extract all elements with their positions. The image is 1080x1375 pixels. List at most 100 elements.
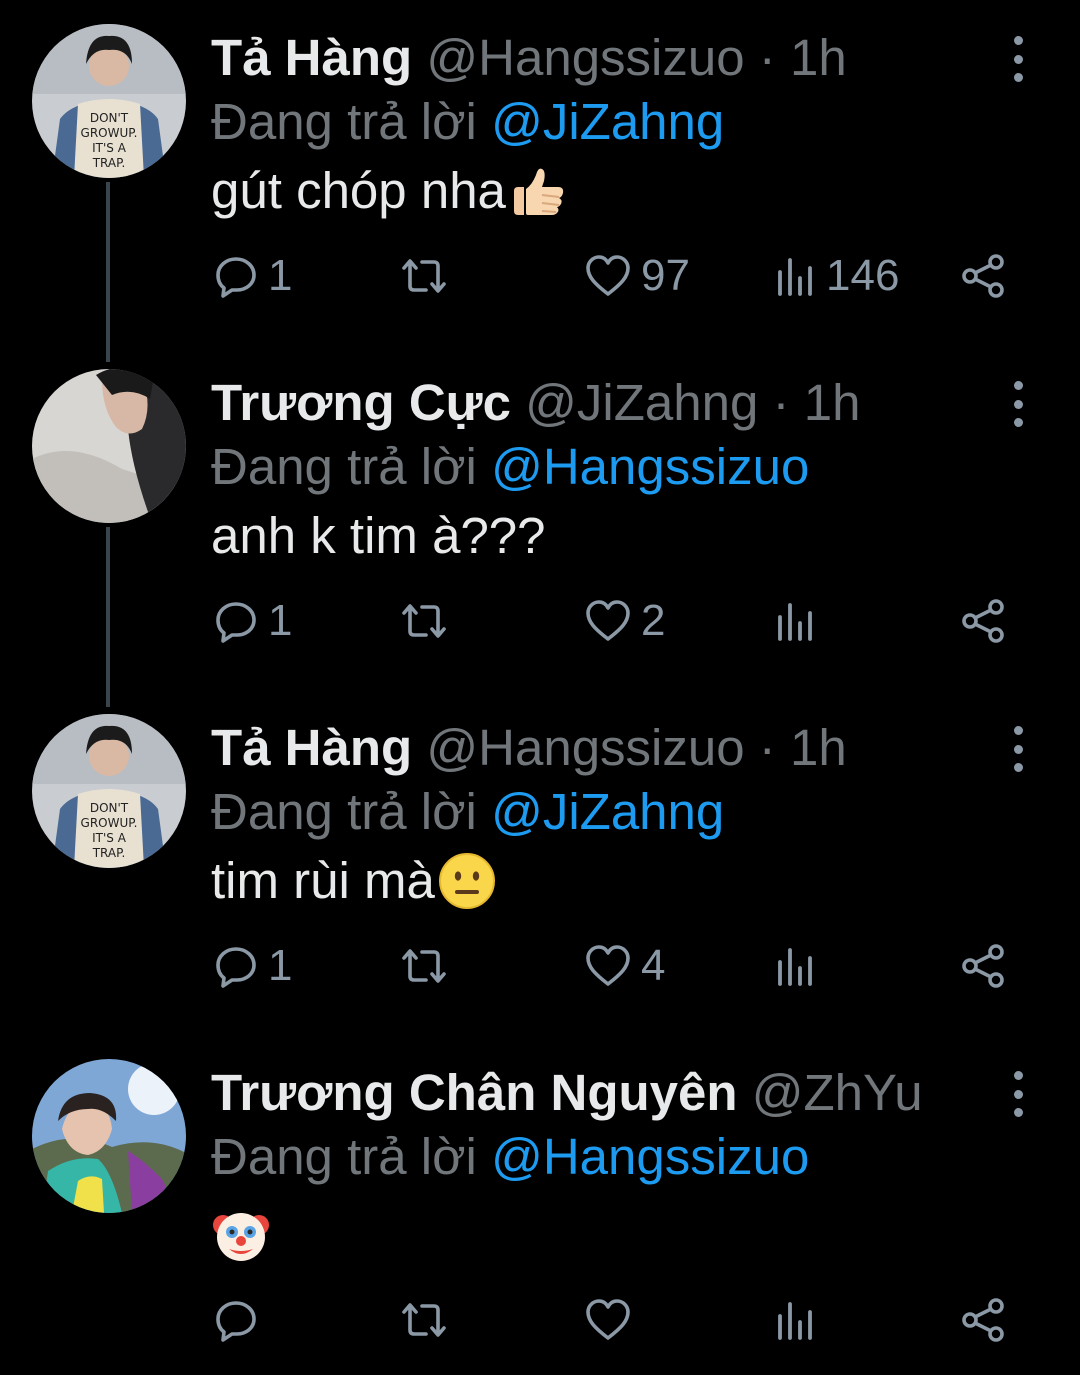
reply-icon bbox=[216, 257, 256, 298]
svg-text:TRAP.: TRAP. bbox=[92, 846, 126, 860]
views-button[interactable] bbox=[776, 1290, 826, 1350]
retweet-button[interactable] bbox=[398, 1290, 460, 1350]
share-button[interactable] bbox=[960, 246, 1006, 306]
svg-text:GROWUP.: GROWUP. bbox=[81, 816, 138, 830]
views-icon bbox=[778, 258, 812, 296]
share-icon bbox=[962, 944, 1004, 988]
display-name[interactable]: Tả Hàng bbox=[211, 29, 412, 86]
retweet-icon bbox=[402, 949, 446, 983]
clown-face-icon bbox=[211, 1205, 271, 1265]
reply-prefix: Đang trả lời bbox=[211, 1128, 477, 1185]
views-icon bbox=[778, 603, 812, 641]
views-button[interactable] bbox=[776, 591, 826, 651]
svg-text:TRAP.: TRAP. bbox=[92, 156, 126, 170]
tweet-text-content: tim rùi mà bbox=[211, 852, 435, 909]
views-icon bbox=[778, 948, 812, 986]
separator-dot: · bbox=[772, 374, 790, 431]
avatar[interactable]: DON'T GROWUP. IT'S A TRAP. bbox=[32, 714, 186, 868]
share-button[interactable] bbox=[960, 1290, 1006, 1350]
heart-icon bbox=[586, 1299, 630, 1340]
mention-link[interactable]: @JiZahng bbox=[491, 783, 724, 840]
thumbs-up-icon bbox=[508, 161, 568, 221]
retweet-icon bbox=[402, 1303, 446, 1337]
tweet[interactable]: Trương Cực @JiZahng · 1h Đang trả lời @H… bbox=[0, 345, 1080, 707]
retweet-button[interactable] bbox=[398, 936, 460, 996]
like-count: 2 bbox=[641, 596, 666, 645]
reply-prefix: Đang trả lời bbox=[211, 438, 477, 495]
more-options-icon[interactable] bbox=[1008, 36, 1028, 82]
like-button[interactable]: 4 bbox=[585, 936, 665, 996]
reply-context: Đang trả lời @JiZahng bbox=[211, 92, 724, 152]
timestamp[interactable]: 1h bbox=[804, 374, 861, 431]
mention-link[interactable]: @Hangssizuo bbox=[491, 1128, 809, 1185]
reply-prefix: Đang trả lời bbox=[211, 93, 477, 150]
tweet-actions: 1 2 bbox=[0, 591, 1080, 651]
more-options-icon[interactable] bbox=[1008, 726, 1028, 772]
reply-context: Đang trả lời @Hangssizuo bbox=[211, 437, 809, 497]
mention-link[interactable]: @JiZahng bbox=[491, 93, 724, 150]
tweet-actions: 1 97 146 bbox=[0, 246, 1080, 306]
tweet-actions: 1 4 bbox=[0, 936, 1080, 996]
display-name[interactable]: Tả Hàng bbox=[211, 719, 412, 776]
avatar[interactable] bbox=[32, 1059, 186, 1213]
svg-text:GROWUP.: GROWUP. bbox=[81, 126, 138, 140]
svg-text:DON'T: DON'T bbox=[90, 111, 129, 125]
tweet-text: anh k tim à??? bbox=[211, 503, 546, 569]
reply-count: 1 bbox=[268, 941, 293, 990]
tweet-text-content: gút chóp nha bbox=[211, 162, 506, 219]
tweet-text-content: anh k tim à??? bbox=[211, 507, 546, 564]
retweet-button[interactable] bbox=[398, 591, 460, 651]
reply-button[interactable]: 1 bbox=[214, 591, 292, 651]
share-icon bbox=[962, 1298, 1004, 1342]
tweet-header: Tả Hàng @Hangssizuo · 1h bbox=[211, 718, 990, 778]
reply-context: Đang trả lời @JiZahng bbox=[211, 782, 724, 842]
user-handle[interactable]: @ZhYua... bbox=[752, 1064, 990, 1121]
like-count: 97 bbox=[641, 251, 690, 300]
neutral-face-icon bbox=[437, 851, 497, 911]
share-button[interactable] bbox=[960, 591, 1006, 651]
tweet-text: gút chóp nha bbox=[211, 158, 568, 224]
like-button[interactable] bbox=[585, 1290, 641, 1350]
like-count: 4 bbox=[641, 941, 666, 990]
retweet-icon bbox=[402, 604, 446, 638]
tweet-header: Trương Chân Nguyên @ZhYua... bbox=[211, 1063, 990, 1123]
reply-count: 1 bbox=[268, 596, 293, 645]
share-button[interactable] bbox=[960, 936, 1006, 996]
tweet-actions bbox=[0, 1290, 1080, 1350]
timestamp[interactable]: 1h bbox=[790, 29, 847, 86]
views-button[interactable]: 146 bbox=[776, 246, 899, 306]
view-count: 146 bbox=[826, 251, 900, 300]
tweet-header: Tả Hàng @Hangssizuo · 1h bbox=[211, 28, 990, 88]
reply-icon bbox=[216, 602, 256, 643]
reply-button[interactable] bbox=[214, 1290, 268, 1350]
heart-icon bbox=[586, 945, 630, 986]
reply-button[interactable]: 1 bbox=[214, 246, 292, 306]
user-handle[interactable]: @Hangssizuo bbox=[426, 719, 744, 776]
reply-context: Đang trả lời @Hangssizuo bbox=[211, 1127, 809, 1187]
tweet[interactable]: DON'T GROWUP. IT'S A TRAP. Tả Hàng @Hang… bbox=[0, 0, 1080, 362]
more-options-icon[interactable] bbox=[1008, 1071, 1028, 1117]
like-button[interactable]: 2 bbox=[585, 591, 665, 651]
display-name[interactable]: Trương Chân Nguyên bbox=[211, 1064, 738, 1121]
mention-link[interactable]: @Hangssizuo bbox=[491, 438, 809, 495]
reply-icon bbox=[216, 1301, 256, 1342]
views-icon bbox=[778, 1302, 812, 1340]
views-button[interactable] bbox=[776, 936, 826, 996]
like-button[interactable]: 97 bbox=[585, 246, 690, 306]
tweet-header: Trương Cực @JiZahng · 1h bbox=[211, 373, 990, 433]
avatar[interactable] bbox=[32, 369, 186, 523]
reply-icon bbox=[216, 947, 256, 988]
more-options-icon[interactable] bbox=[1008, 381, 1028, 427]
reply-prefix: Đang trả lời bbox=[211, 783, 477, 840]
reply-button[interactable]: 1 bbox=[214, 936, 292, 996]
avatar[interactable]: DON'T GROWUP. IT'S A TRAP. bbox=[32, 24, 186, 178]
separator-dot: · bbox=[758, 29, 776, 86]
tweet[interactable]: DON'T GROWUP. IT'S A TRAP. Tả Hàng @Hang… bbox=[0, 690, 1080, 1035]
display-name[interactable]: Trương Cực bbox=[211, 374, 511, 431]
user-handle[interactable]: @JiZahng bbox=[525, 374, 758, 431]
timestamp[interactable]: 1h bbox=[790, 719, 847, 776]
heart-icon bbox=[586, 255, 630, 296]
tweet[interactable]: Trương Chân Nguyên @ZhYua... Đang trả lờ… bbox=[0, 1035, 1080, 1375]
retweet-button[interactable] bbox=[398, 246, 460, 306]
user-handle[interactable]: @Hangssizuo bbox=[426, 29, 744, 86]
